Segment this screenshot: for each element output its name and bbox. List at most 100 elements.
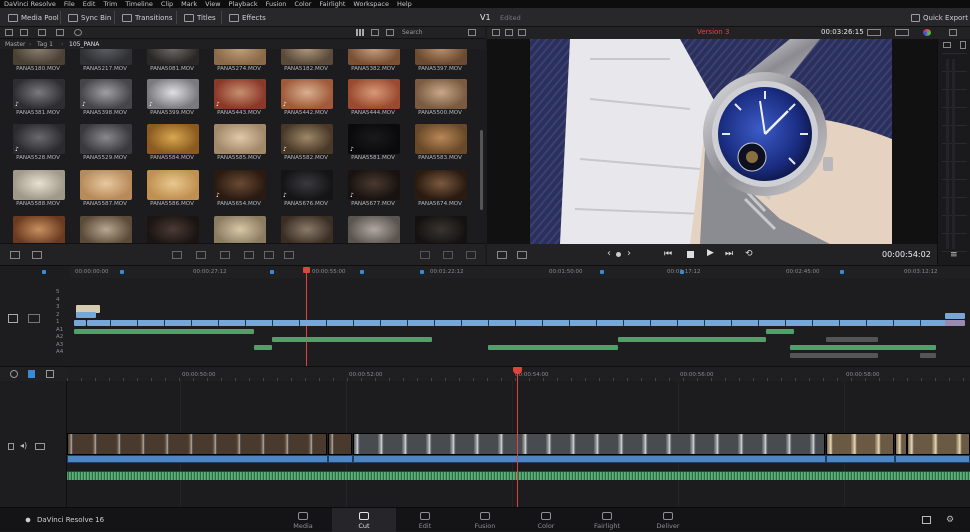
nav-tab-fusion[interactable]: Fusion: [453, 508, 517, 532]
overview-clip[interactable]: [254, 345, 272, 350]
lock-track-icon[interactable]: [8, 443, 14, 450]
clip-thumbnail[interactable]: [281, 216, 333, 243]
clip-thumbnail[interactable]: ♪: [147, 79, 199, 109]
menu-item-help[interactable]: Help: [397, 0, 412, 8]
clip-thumbnail[interactable]: ♪: [281, 124, 333, 154]
menu-item-clip[interactable]: Clip: [161, 0, 173, 8]
transitions-button[interactable]: Transitions: [122, 11, 173, 24]
marker-icon[interactable]: [28, 370, 35, 378]
clip-audio-bar[interactable]: [353, 455, 826, 463]
clip-audio-bar[interactable]: [895, 455, 970, 463]
clip-audio-bar[interactable]: [328, 455, 353, 463]
menu-item-color[interactable]: Color: [294, 0, 311, 8]
breadcrumb-item[interactable]: Tag 1: [37, 41, 53, 48]
loop-icon[interactable]: ⟲: [745, 249, 753, 259]
lower-playhead-handle[interactable]: [513, 367, 522, 374]
clip-thumbnail[interactable]: [415, 170, 467, 200]
clip-thumbnail[interactable]: [147, 49, 199, 65]
menu-item-mark[interactable]: Mark: [181, 0, 197, 8]
video-frame[interactable]: [530, 39, 892, 244]
overview-clip[interactable]: [488, 345, 618, 350]
zoom-dropdown[interactable]: [867, 29, 881, 36]
timeline-marker[interactable]: [120, 270, 124, 274]
clip-thumbnail[interactable]: [415, 216, 467, 243]
play-icon[interactable]: ▶: [707, 248, 714, 258]
pool-menu-icon[interactable]: [468, 29, 476, 36]
link-icon[interactable]: [10, 370, 18, 378]
clip-thumbnail[interactable]: [415, 79, 467, 109]
meter-menu-icon[interactable]: [960, 41, 966, 49]
clip-thumbnail[interactable]: [415, 124, 467, 154]
overview-clip[interactable]: [945, 313, 965, 319]
source-viewer-icon[interactable]: [518, 29, 526, 36]
clip-thumbnail[interactable]: [348, 49, 400, 65]
append-icon[interactable]: [196, 251, 206, 259]
nav-tab-fairlight[interactable]: Fairlight: [575, 508, 639, 532]
pool-scrollbar[interactable]: [480, 130, 483, 210]
smart-insert-icon[interactable]: [172, 251, 182, 259]
timeline-marker[interactable]: [270, 270, 274, 274]
clip-thumbnail[interactable]: [13, 216, 65, 243]
nav-tab-media[interactable]: Media: [271, 508, 335, 532]
speaker-icon[interactable]: ◂): [20, 441, 27, 450]
timeline-marker[interactable]: [360, 270, 364, 274]
menu-item-fairlight[interactable]: Fairlight: [319, 0, 345, 8]
safe-area-icon[interactable]: [492, 29, 500, 36]
clip-audio-bar[interactable]: [826, 455, 895, 463]
clip-thumbnail[interactable]: [147, 124, 199, 154]
timeline-marker[interactable]: [680, 270, 684, 274]
video-clip-filmstrip[interactable]: [907, 433, 970, 455]
metadata-view-icon[interactable]: [371, 29, 379, 36]
overview-clip[interactable]: [920, 353, 936, 358]
breadcrumb-item[interactable]: 105_PANA: [69, 41, 99, 48]
go-to-start-icon[interactable]: ⏮: [664, 249, 672, 259]
clip-thumbnail[interactable]: [415, 49, 467, 65]
video-clip-filmstrip[interactable]: [328, 433, 352, 455]
timeline-marker[interactable]: [600, 270, 604, 274]
view-options-dropdown[interactable]: [895, 29, 909, 36]
meter-options-icon[interactable]: [943, 42, 951, 48]
titles-button[interactable]: Titles: [184, 11, 216, 24]
trim-tool-icon[interactable]: [497, 251, 507, 259]
sidebar-toggle-icon[interactable]: [5, 29, 13, 36]
viewer-options-icon[interactable]: [949, 29, 957, 36]
grid-view-icon[interactable]: [356, 29, 364, 36]
menu-item-workspace[interactable]: Workspace: [353, 0, 389, 8]
menu-item-davinci-resolve[interactable]: DaVinci Resolve: [4, 0, 56, 8]
clip-thumbnail[interactable]: ♪: [281, 170, 333, 200]
upper-timeline[interactable]: [0, 265, 970, 366]
track-lock-icon[interactable]: [8, 314, 18, 323]
clip-thumbnail[interactable]: ♪: [348, 170, 400, 200]
breadcrumb-item[interactable]: Master: [5, 41, 26, 48]
overview-clip[interactable]: [618, 337, 766, 342]
clip-thumbnail[interactable]: [147, 216, 199, 243]
upper-timeline-ruler[interactable]: 00:00:00:00 00:00:27:12 00:00:55:00 00:01:2…: [70, 266, 970, 278]
overview-clip[interactable]: [272, 337, 432, 342]
folder-icon[interactable]: [56, 29, 64, 36]
clip-thumbnail[interactable]: ♪: [13, 79, 65, 109]
clip-thumbnail[interactable]: [281, 49, 333, 65]
media-pool-button[interactable]: Media Pool: [8, 11, 59, 24]
upper-playhead[interactable]: [306, 268, 307, 366]
place-on-top-icon[interactable]: [264, 251, 274, 259]
menu-item-fusion[interactable]: Fusion: [266, 0, 287, 8]
stop-icon[interactable]: [687, 251, 694, 258]
clip-audio-bar[interactable]: [67, 455, 328, 463]
clip-thumbnail[interactable]: [348, 216, 400, 243]
overview-clip[interactable]: [76, 312, 96, 318]
effects-button[interactable]: Effects: [229, 11, 266, 24]
previous-clip-icon[interactable]: ‹: [607, 248, 611, 259]
audio-waveform-track[interactable]: [67, 471, 970, 480]
import-icon[interactable]: [38, 29, 46, 36]
clip-thumbnail[interactable]: ♪: [281, 79, 333, 109]
upper-playhead-handle[interactable]: [303, 267, 310, 273]
source-tape-icon[interactable]: [420, 251, 430, 259]
snapping-icon[interactable]: [28, 314, 40, 323]
clip-thumbnail[interactable]: [80, 124, 132, 154]
menu-item-trim[interactable]: Trim: [103, 0, 117, 8]
overview-clip[interactable]: [826, 337, 878, 342]
menu-item-edit[interactable]: Edit: [83, 0, 96, 8]
nav-tab-cut[interactable]: Cut: [332, 508, 396, 532]
overview-clip[interactable]: [74, 320, 86, 326]
clip-thumbnail[interactable]: ♪: [348, 124, 400, 154]
